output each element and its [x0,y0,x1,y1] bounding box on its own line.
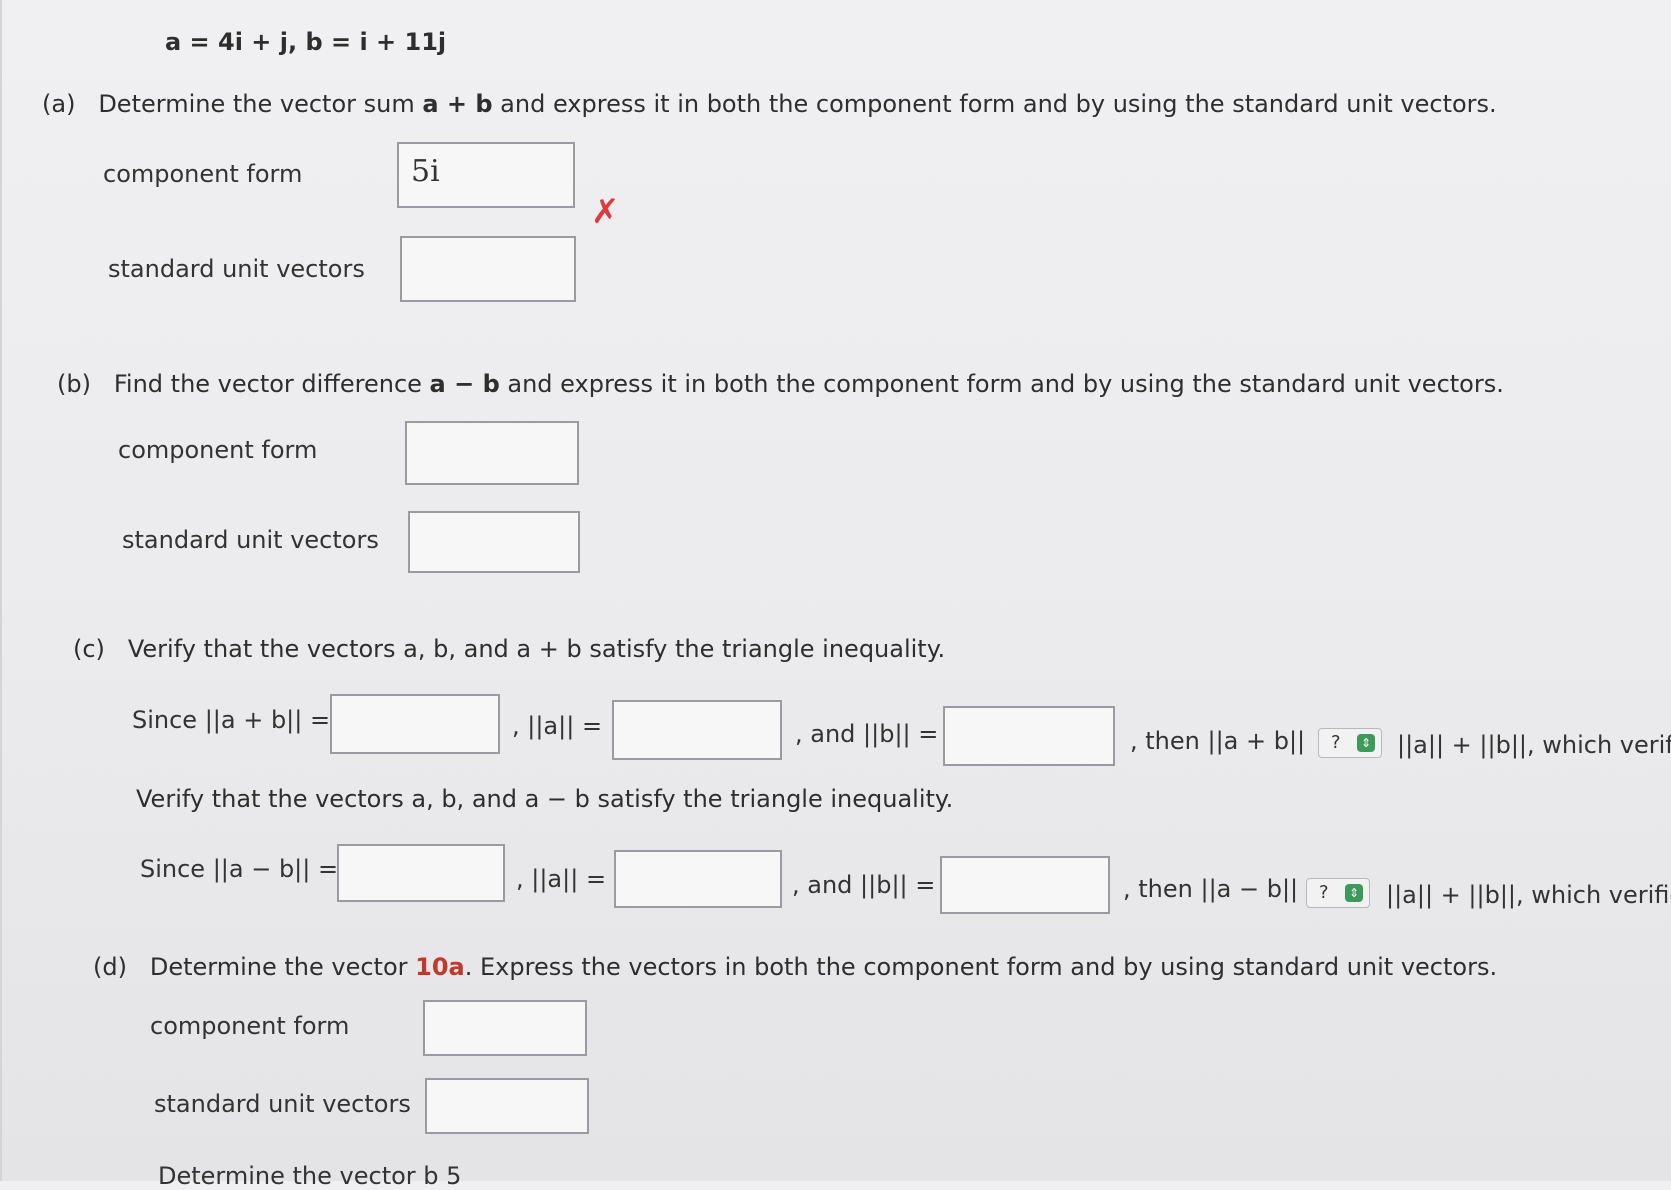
part-a-component-input[interactable]: 5i [397,142,575,208]
part-a-marker: (a) [42,90,76,118]
part-c-row1-since: Since ||a + b|| = [132,706,331,734]
part-a-text-suffix: and express it in both the component for… [492,90,1497,118]
part-d-unit-input[interactable] [425,1078,589,1134]
part-c-row2-norm-a-input[interactable] [614,850,782,908]
part-a-question: (a) Determine the vector sum a + b and e… [42,90,1497,118]
part-d-question: (d) Determine the vector 10a. Express th… [93,953,1497,981]
part-b-expr: a − b [429,370,500,398]
given-vectors: a = 4i + j, b = i + 11j [165,28,447,56]
part-c-marker: (c) [73,635,105,663]
part-c-row2-since: Since ||a − b|| = [140,855,339,883]
next-question-partial: Determine the vector b 5 [158,1162,462,1190]
part-c-row1-then: , then ||a + b|| [1130,727,1306,755]
part-d-text-prefix: Determine the vector [149,953,416,981]
part-c-row1-norm-a-input[interactable] [612,700,782,760]
part-c-row1-tail: ||a|| + ||b||, which verif [1397,731,1671,759]
part-a-component-value: 5i [411,154,440,189]
part-d-unit-label: standard unit vectors [154,1090,411,1118]
part-c-row2-norm-sum-input[interactable] [337,844,505,902]
part-d-text-suffix: . Express the vectors in both the compon… [464,953,1498,981]
chevron-updown-icon: ⇕ [1357,734,1375,752]
part-b-unit-input[interactable] [408,511,580,573]
part-c-row1-norm-b-input[interactable] [943,706,1115,766]
part-c-row1-compare-select[interactable]: ? ⇕ [1318,728,1382,758]
part-c-question-1-text: Verify that the vectors a, b, and a + b … [127,635,946,663]
part-a-text-prefix: Determine the vector sum [98,90,423,118]
part-b-text-suffix: and express it in both the component for… [499,370,1504,398]
part-c-row2-compare-select[interactable]: ? ⇕ [1306,878,1370,908]
part-c-row2-then: , then ||a − b|| [1123,875,1299,903]
part-a-expr: a + b [422,90,493,118]
part-c-row1-norm-a-label: , ||a|| = [512,712,603,740]
part-b-text-prefix: Find the vector difference [113,370,430,398]
part-b-component-input[interactable] [405,421,579,485]
part-d-marker: (d) [93,953,127,981]
part-c-row2-select-value: ? [1319,882,1329,903]
part-c-row1-norm-b-label: , and ||b|| = [795,720,939,748]
part-c-row2-tail: ||a|| + ||b||, which verifie [1386,881,1671,909]
page-left-edge [0,0,2,1181]
part-b-unit-label: standard unit vectors [122,526,379,554]
part-c-row1-norm-sum-input[interactable] [330,694,500,754]
part-c-question-1: (c) Verify that the vectors a, b, and a … [73,635,945,663]
x-mark-incorrect-icon: ✗ [591,192,620,232]
part-c-question-2: Verify that the vectors a, b, and a − b … [136,785,954,813]
part-b-component-label: component form [118,436,318,464]
part-d-component-input[interactable] [423,1000,587,1056]
part-b-question: (b) Find the vector difference a − b and… [57,370,1504,398]
part-c-row2-norm-b-input[interactable] [940,856,1110,914]
part-a-unit-input[interactable] [400,236,576,302]
part-d-component-label: component form [150,1012,350,1040]
part-c-row2-norm-a-label: , ||a|| = [516,865,607,893]
chevron-updown-icon: ⇕ [1345,884,1363,902]
part-a-component-label: component form [103,160,303,188]
part-c-row2-norm-b-label: , and ||b|| = [792,871,936,899]
part-d-expr: 10a [415,953,465,981]
part-b-marker: (b) [57,370,91,398]
part-a-unit-label: standard unit vectors [108,255,365,283]
part-c-row1-select-value: ? [1331,732,1341,753]
